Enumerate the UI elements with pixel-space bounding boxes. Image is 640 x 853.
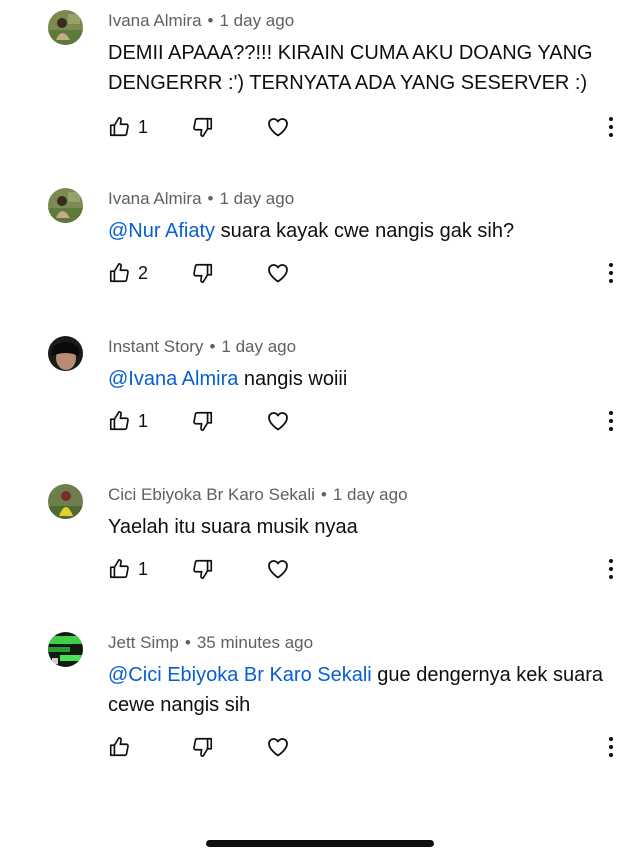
heart-button[interactable]	[266, 260, 290, 286]
thumb-down-icon	[193, 559, 213, 579]
meta-separator: •	[320, 485, 327, 504]
comment-meta: Ivana Almira • 1 day ago	[108, 10, 294, 32]
comment-text: DEMII APAAA??!!! KIRAIN CUMA AKU DOANG Y…	[108, 38, 618, 98]
like-button[interactable]: 1	[108, 114, 148, 140]
thumb-down-icon	[193, 411, 213, 431]
more-vert-icon	[609, 737, 613, 741]
thumb-up-icon	[109, 117, 129, 137]
comment-text: @Ivana Almira nangis woiii	[108, 364, 618, 394]
meta-separator: •	[207, 189, 214, 208]
like-count: 1	[138, 116, 149, 137]
more-options-button[interactable]	[606, 734, 616, 760]
comment-meta: Jett Simp • 35 minutes ago	[108, 632, 313, 654]
more-vert-icon	[609, 411, 613, 415]
meta-separator: •	[209, 337, 216, 356]
thumb-down-icon	[193, 263, 213, 283]
like-button[interactable]	[108, 734, 138, 760]
like-button[interactable]: 1	[108, 556, 148, 582]
comment-meta: Cici Ebiyoka Br Karo Sekali • 1 day ago	[108, 484, 408, 506]
comment-body: suara kayak cwe nangis gak sih?	[215, 220, 515, 242]
heart-icon	[268, 738, 288, 757]
heart-icon	[268, 412, 288, 431]
comment-body: Yaelah itu suara musik nyaa	[108, 516, 358, 538]
avatar[interactable]	[48, 336, 83, 371]
dislike-button[interactable]	[192, 556, 214, 582]
comment-author[interactable]: Ivana Almira	[108, 11, 202, 30]
comment-author[interactable]: Instant Story	[108, 337, 203, 356]
thumb-up-icon	[109, 411, 129, 431]
heart-button[interactable]	[266, 408, 290, 434]
like-button[interactable]: 1	[108, 408, 148, 434]
thumb-up-icon	[109, 559, 129, 579]
like-count: 2	[138, 262, 149, 283]
comment-time[interactable]: 1 day ago	[333, 485, 408, 504]
comment-text: @Nur Afiaty suara kayak cwe nangis gak s…	[108, 216, 618, 246]
thumb-down-icon	[193, 737, 213, 757]
like-button[interactable]: 2	[108, 260, 148, 286]
more-options-button[interactable]	[606, 408, 616, 434]
comment-mention[interactable]: @Ivana Almira	[108, 368, 238, 390]
meta-separator: •	[184, 633, 191, 652]
dislike-button[interactable]	[192, 114, 214, 140]
comment-time[interactable]: 35 minutes ago	[197, 633, 313, 652]
comment-author[interactable]: Jett Simp	[108, 633, 179, 652]
avatar[interactable]	[48, 632, 83, 667]
comment-meta: Instant Story • 1 day ago	[108, 336, 296, 358]
meta-separator: •	[207, 11, 214, 30]
avatar[interactable]	[48, 10, 83, 45]
thumb-up-icon	[109, 737, 129, 757]
thumb-down-icon	[193, 117, 213, 137]
comment-body: nangis woiii	[238, 368, 348, 390]
more-options-button[interactable]	[606, 260, 616, 286]
heart-icon	[268, 118, 288, 137]
dislike-button[interactable]	[192, 734, 214, 760]
comment-time[interactable]: 1 day ago	[220, 189, 295, 208]
comment-body: DEMII APAAA??!!! KIRAIN CUMA AKU DOANG Y…	[108, 42, 593, 94]
dislike-button[interactable]	[192, 260, 214, 286]
home-indicator[interactable]	[206, 840, 434, 847]
avatar[interactable]	[48, 484, 83, 519]
comment-time[interactable]: 1 day ago	[220, 11, 295, 30]
comment-author[interactable]: Cici Ebiyoka Br Karo Sekali	[108, 485, 315, 504]
heart-icon	[268, 560, 288, 579]
more-vert-icon	[609, 117, 613, 121]
more-vert-icon	[609, 559, 613, 563]
comment-time[interactable]: 1 day ago	[221, 337, 296, 356]
thumb-up-icon	[109, 263, 129, 283]
avatar[interactable]	[48, 188, 83, 223]
comment-meta: Ivana Almira • 1 day ago	[108, 188, 294, 210]
more-options-button[interactable]	[606, 556, 616, 582]
more-vert-icon	[609, 263, 613, 267]
heart-icon	[268, 264, 288, 283]
comment-mention[interactable]: @Cici Ebiyoka Br Karo Sekali	[108, 664, 372, 686]
heart-button[interactable]	[266, 114, 290, 140]
heart-button[interactable]	[266, 556, 290, 582]
comment-text: Yaelah itu suara musik nyaa	[108, 512, 618, 542]
comment-text: @Cici Ebiyoka Br Karo Sekali gue dengern…	[108, 660, 618, 720]
more-options-button[interactable]	[606, 114, 616, 140]
comment-mention[interactable]: @Nur Afiaty	[108, 220, 215, 242]
heart-button[interactable]	[266, 734, 290, 760]
comment-author[interactable]: Ivana Almira	[108, 189, 202, 208]
dislike-button[interactable]	[192, 408, 214, 434]
like-count: 1	[138, 558, 149, 579]
like-count: 1	[138, 410, 149, 431]
